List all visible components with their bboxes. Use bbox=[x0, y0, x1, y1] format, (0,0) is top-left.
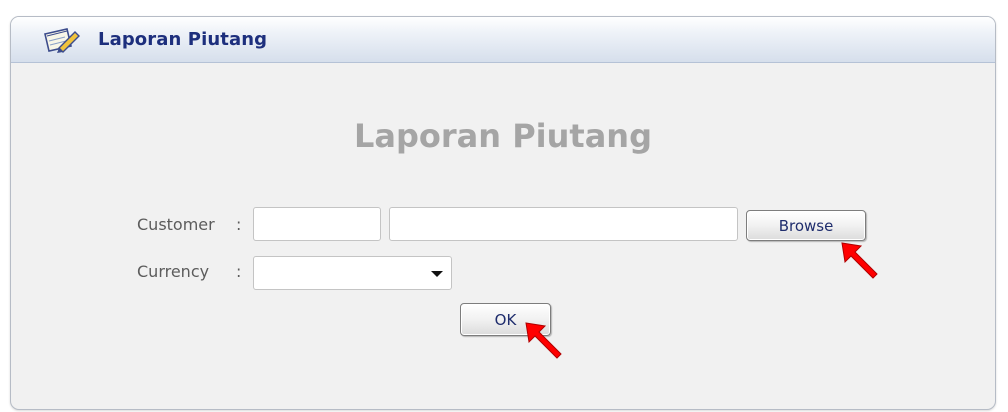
chevron-down-icon bbox=[431, 271, 443, 277]
currency-separator: : bbox=[236, 262, 242, 281]
customer-separator: : bbox=[236, 215, 242, 234]
window-titlebar: Laporan Piutang bbox=[11, 17, 995, 63]
window-title: Laporan Piutang bbox=[98, 29, 268, 50]
red-arrow-pointer-icon bbox=[523, 320, 565, 362]
red-arrow-pointer-icon bbox=[839, 240, 881, 282]
customer-label: Customer bbox=[137, 215, 215, 234]
customer-name-field[interactable] bbox=[389, 207, 738, 241]
currency-select[interactable] bbox=[253, 256, 452, 290]
notepad-pencil-icon bbox=[41, 26, 81, 54]
page-heading: Laporan Piutang bbox=[354, 117, 652, 155]
customer-code-field[interactable] bbox=[253, 207, 381, 241]
browse-button[interactable]: Browse bbox=[746, 210, 866, 241]
currency-label: Currency bbox=[137, 262, 210, 281]
